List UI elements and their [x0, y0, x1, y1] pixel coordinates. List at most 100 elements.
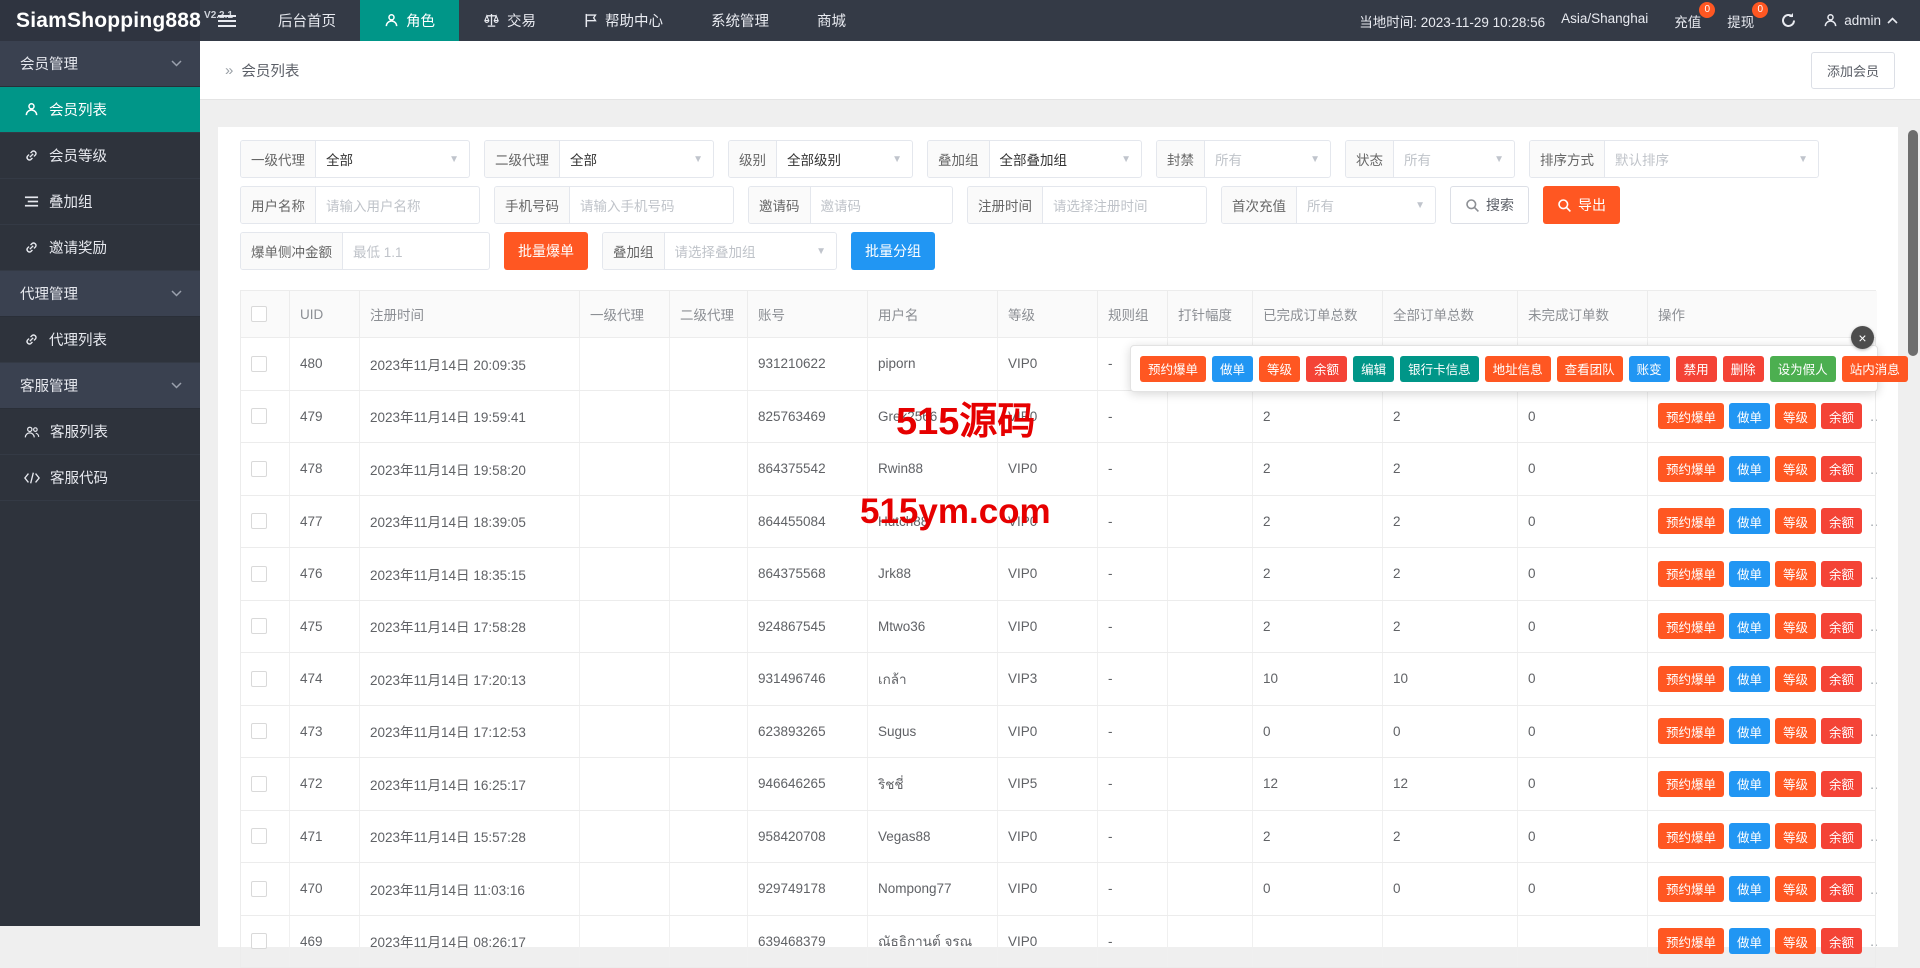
row-action-等级[interactable]: 等级 — [1775, 508, 1816, 534]
row-more-button[interactable]: ... — [1870, 408, 1877, 424]
recharge-button[interactable]: 充值 0 — [1674, 11, 1701, 31]
sidebar-item-客服管理[interactable]: 客服管理 — [0, 363, 200, 409]
row-action-做单[interactable]: 做单 — [1729, 771, 1770, 797]
row-action-预约爆单[interactable]: 预约爆单 — [1658, 718, 1724, 744]
first-recharge-select[interactable]: 所有 ▼ — [1297, 187, 1435, 223]
row-checkbox[interactable] — [251, 566, 267, 582]
popup-action-禁用[interactable]: 禁用 — [1676, 356, 1717, 382]
popup-action-查看团队[interactable]: 查看团队 — [1557, 356, 1623, 382]
row-checkbox[interactable] — [251, 513, 267, 529]
popup-action-预约爆单[interactable]: 预约爆单 — [1140, 356, 1206, 382]
row-more-button[interactable]: ... — [1870, 933, 1877, 949]
popup-action-等级[interactable]: 等级 — [1259, 356, 1300, 382]
row-action-等级[interactable]: 等级 — [1775, 561, 1816, 587]
row-action-余额[interactable]: 余额 — [1821, 456, 1862, 482]
sidebar-item-会员管理[interactable]: 会员管理 — [0, 41, 200, 87]
filter-select-二级代理[interactable]: 全部▼ — [560, 141, 713, 177]
scrollbar-track[interactable] — [1907, 100, 1919, 926]
row-action-余额[interactable]: 余额 — [1821, 928, 1862, 954]
row-checkbox[interactable] — [251, 776, 267, 792]
row-action-做单[interactable]: 做单 — [1729, 666, 1770, 692]
add-member-button[interactable]: 添加会员 — [1811, 52, 1895, 89]
batch-group-button[interactable]: 批量分组 — [851, 232, 935, 270]
phone-input[interactable]: 请输入手机号码 — [570, 187, 733, 223]
row-action-余额[interactable]: 余额 — [1821, 876, 1862, 902]
popup-action-删除[interactable]: 删除 — [1723, 356, 1764, 382]
row-more-button[interactable]: ... — [1870, 618, 1877, 634]
row-action-预约爆单[interactable]: 预约爆单 — [1658, 823, 1724, 849]
row-action-等级[interactable]: 等级 — [1775, 771, 1816, 797]
row-action-等级[interactable]: 等级 — [1775, 613, 1816, 639]
sidebar-item-叠加组[interactable]: 叠加组 — [0, 179, 200, 225]
nav-item-交易[interactable]: 交易 — [459, 0, 560, 41]
popup-action-地址信息[interactable]: 地址信息 — [1485, 356, 1551, 382]
row-more-button[interactable]: ... — [1870, 881, 1877, 897]
row-action-等级[interactable]: 等级 — [1775, 666, 1816, 692]
row-action-做单[interactable]: 做单 — [1729, 508, 1770, 534]
row-action-做单[interactable]: 做单 — [1729, 613, 1770, 639]
row-action-等级[interactable]: 等级 — [1775, 456, 1816, 482]
row-action-预约爆单[interactable]: 预约爆单 — [1658, 403, 1724, 429]
batch-burst-button[interactable]: 批量爆单 — [504, 232, 588, 270]
row-more-button[interactable]: ... — [1870, 828, 1877, 844]
export-button[interactable]: 导出 — [1543, 186, 1620, 224]
row-checkbox[interactable] — [251, 828, 267, 844]
popup-action-银行卡信息[interactable]: 银行卡信息 — [1400, 356, 1479, 382]
invite-code-input[interactable]: 邀请码 — [811, 187, 953, 223]
row-checkbox[interactable] — [251, 881, 267, 897]
row-action-余额[interactable]: 余额 — [1821, 403, 1862, 429]
row-action-等级[interactable]: 等级 — [1775, 823, 1816, 849]
popup-action-余额[interactable]: 余额 — [1306, 356, 1347, 382]
select-all-checkbox[interactable] — [251, 306, 267, 322]
row-more-button[interactable]: ... — [1870, 776, 1877, 792]
row-action-预约爆单[interactable]: 预约爆单 — [1658, 666, 1724, 692]
row-action-预约爆单[interactable]: 预约爆单 — [1658, 928, 1724, 954]
filter-select-一级代理[interactable]: 全部▼ — [316, 141, 469, 177]
row-more-button[interactable]: ... — [1870, 723, 1877, 739]
row-action-等级[interactable]: 等级 — [1775, 928, 1816, 954]
filter-select-封禁[interactable]: 所有▼ — [1205, 141, 1330, 177]
row-action-余额[interactable]: 余额 — [1821, 561, 1862, 587]
row-action-预约爆单[interactable]: 预约爆单 — [1658, 561, 1724, 587]
row-action-做单[interactable]: 做单 — [1729, 876, 1770, 902]
row-action-预约爆单[interactable]: 预约爆单 — [1658, 876, 1724, 902]
row-action-做单[interactable]: 做单 — [1729, 823, 1770, 849]
nav-item-帮助中心[interactable]: 帮助中心 — [560, 0, 687, 41]
nav-item-系统管理[interactable]: 系统管理 — [687, 0, 793, 41]
row-action-做单[interactable]: 做单 — [1729, 456, 1770, 482]
sidebar-item-客服代码[interactable]: 客服代码 — [0, 455, 200, 501]
reg-time-input[interactable]: 请选择注册时间 — [1043, 187, 1206, 223]
row-action-余额[interactable]: 余额 — [1821, 823, 1862, 849]
sidebar-item-会员列表[interactable]: 会员列表 — [0, 87, 200, 133]
row-action-预约爆单[interactable]: 预约爆单 — [1658, 613, 1724, 639]
sidebar-item-会员等级[interactable]: 会员等级 — [0, 133, 200, 179]
nav-item-商城[interactable]: 商城 — [793, 0, 870, 41]
withdraw-button[interactable]: 提现 0 — [1727, 11, 1754, 31]
row-checkbox[interactable] — [251, 933, 267, 949]
row-action-预约爆单[interactable]: 预约爆单 — [1658, 508, 1724, 534]
row-more-button[interactable]: ... — [1870, 461, 1877, 477]
popup-action-站内消息[interactable]: 站内消息 — [1842, 356, 1908, 382]
row-checkbox[interactable] — [251, 356, 267, 372]
row-action-预约爆单[interactable]: 预约爆单 — [1658, 456, 1724, 482]
row-action-余额[interactable]: 余额 — [1821, 771, 1862, 797]
row-more-button[interactable]: ... — [1870, 566, 1877, 582]
username-input[interactable]: 请输入用户名称 — [316, 187, 479, 223]
sidebar-toggle-button[interactable] — [200, 0, 254, 41]
popup-action-编辑[interactable]: 编辑 — [1353, 356, 1394, 382]
row-action-预约爆单[interactable]: 预约爆单 — [1658, 771, 1724, 797]
row-action-做单[interactable]: 做单 — [1729, 928, 1770, 954]
sidebar-item-邀请奖励[interactable]: 邀请奖励 — [0, 225, 200, 271]
overlay-group-select[interactable]: 请选择叠加组 ▼ — [665, 233, 837, 269]
row-action-做单[interactable]: 做单 — [1729, 561, 1770, 587]
row-checkbox[interactable] — [251, 408, 267, 424]
filter-select-状态[interactable]: 所有▼ — [1394, 141, 1514, 177]
row-action-余额[interactable]: 余额 — [1821, 508, 1862, 534]
popup-action-账变[interactable]: 账变 — [1629, 356, 1670, 382]
sidebar-item-代理管理[interactable]: 代理管理 — [0, 271, 200, 317]
row-action-余额[interactable]: 余额 — [1821, 613, 1862, 639]
row-action-余额[interactable]: 余额 — [1821, 718, 1862, 744]
filter-select-叠加组[interactable]: 全部叠加组▼ — [990, 141, 1142, 177]
popup-action-设为假人[interactable]: 设为假人 — [1770, 356, 1836, 382]
row-action-余额[interactable]: 余额 — [1821, 666, 1862, 692]
